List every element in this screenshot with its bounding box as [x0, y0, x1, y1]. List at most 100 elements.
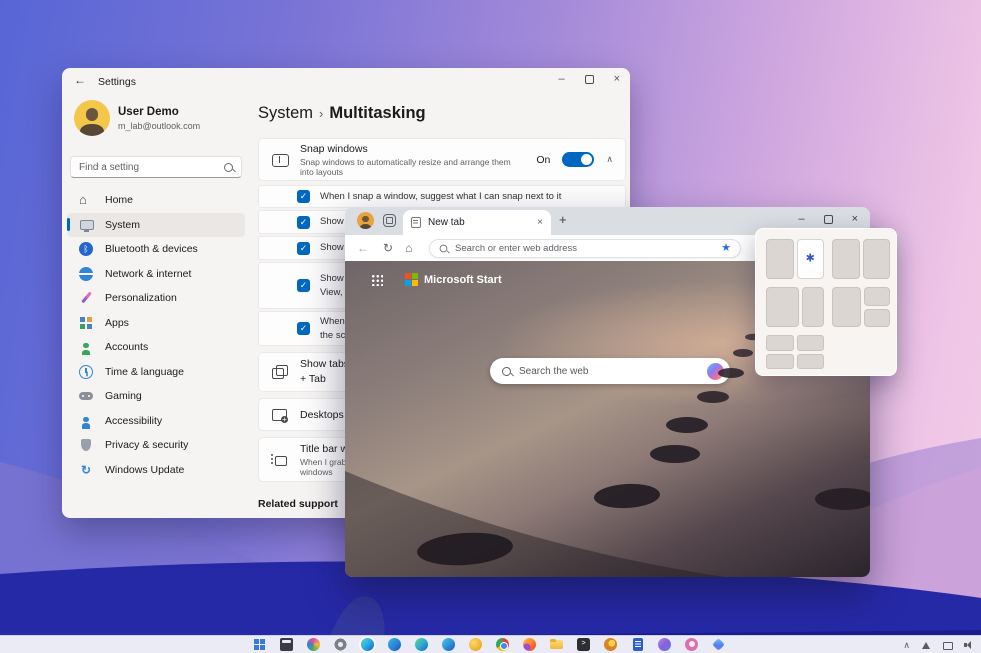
sidebar-item-bluetooth[interactable]: ᛒ Bluetooth & devices — [67, 237, 245, 262]
tab-title: New tab — [428, 217, 530, 228]
bluetooth-icon: ᛒ — [79, 242, 93, 256]
tab-close-icon[interactable]: × — [537, 217, 543, 228]
maximize-icon[interactable] — [585, 75, 594, 84]
settings-app-icon[interactable] — [334, 638, 347, 651]
snap-layout-quad[interactable] — [766, 335, 824, 369]
tab-new-tab[interactable]: New tab × — [403, 210, 551, 235]
sidebar-item-accounts[interactable]: Accounts — [67, 335, 245, 360]
settings-titlebar[interactable]: ← Settings – × — [62, 68, 630, 96]
checkbox-checked-icon[interactable]: ✓ — [297, 190, 310, 203]
people-app-icon[interactable] — [685, 638, 698, 651]
sidebar-item-time-language[interactable]: Time & language — [67, 360, 245, 385]
snap-zone-left[interactable] — [766, 239, 794, 279]
edge-dev-app-icon[interactable] — [415, 638, 428, 651]
snap-zone-left[interactable] — [832, 239, 860, 279]
edge-canary-app-icon[interactable] — [442, 638, 455, 651]
maximize-icon[interactable] — [824, 215, 833, 224]
breadcrumb-system[interactable]: System — [258, 104, 313, 122]
tabs-icon — [271, 365, 288, 379]
new-tab-button[interactable]: + — [559, 213, 567, 226]
snap-layouts-flyout: ✱ — [755, 228, 897, 376]
checkbox-checked-icon[interactable]: ✓ — [297, 322, 310, 335]
sidebar-item-accessibility[interactable]: Accessibility — [67, 409, 245, 434]
snap-zone-bottom-right[interactable] — [864, 309, 891, 328]
brush-icon — [79, 291, 93, 305]
sidebar-item-windows-update[interactable]: ↻ Windows Update — [67, 458, 245, 483]
user-name: User Demo — [118, 106, 179, 118]
window-tray-icon[interactable] — [943, 641, 952, 650]
sidebar-item-apps[interactable]: Apps — [67, 311, 245, 336]
network-tray-icon[interactable] — [922, 641, 931, 650]
sidebar-item-network[interactable]: Network & internet — [67, 262, 245, 287]
address-bar[interactable]: Search or enter web address ★ — [429, 239, 741, 258]
sidebar-item-privacy[interactable]: Privacy & security — [67, 433, 245, 458]
system-icon — [79, 218, 93, 232]
snap-zone-top-right[interactable] — [864, 287, 891, 306]
avatar[interactable] — [74, 100, 110, 136]
snap-layout-wide-left[interactable] — [766, 287, 824, 327]
checkbox-checked-icon[interactable]: ✓ — [297, 242, 310, 255]
snap-windows-card[interactable]: Snap windows Snap windows to automatical… — [258, 138, 626, 181]
sidebar-item-personalization[interactable]: Personalization — [67, 286, 245, 311]
snap-windows-icon — [271, 153, 288, 167]
related-support-heading: Related support — [258, 498, 338, 510]
snap-zone-left-wide[interactable] — [766, 287, 799, 327]
profile-avatar[interactable] — [357, 212, 374, 229]
snap-layout-left-stacked-right[interactable] — [832, 287, 890, 327]
paint-app-icon[interactable] — [604, 638, 617, 651]
favorites-star-icon[interactable]: ★ — [721, 243, 731, 254]
file-explorer-icon[interactable] — [550, 638, 563, 651]
snap-zone-br[interactable] — [797, 354, 825, 370]
back-icon[interactable]: ← — [74, 74, 86, 86]
accounts-icon — [79, 340, 93, 354]
snap-windows-subtitle: Snap windows to automatically resize and… — [300, 157, 524, 177]
refresh-icon[interactable]: ↻ — [383, 242, 393, 254]
volume-tray-icon[interactable] — [964, 641, 973, 650]
gold-app-icon[interactable] — [469, 638, 482, 651]
sidebar-item-system[interactable]: System — [67, 213, 245, 238]
snap-zone-tr[interactable] — [797, 335, 825, 351]
snap-windows-toggle[interactable] — [562, 152, 594, 167]
word-app-icon[interactable] — [631, 638, 644, 651]
photos-app-icon[interactable] — [307, 638, 320, 651]
update-icon: ↻ — [79, 463, 93, 477]
widgets-app-icon[interactable] — [280, 638, 293, 651]
system-tray: ∧ — [903, 638, 973, 652]
sidebar-item-home[interactable]: ⌂ Home — [67, 188, 245, 213]
start-button[interactable] — [253, 638, 266, 651]
snap-zone-right-narrow[interactable] — [802, 287, 824, 327]
snap-zone-left[interactable] — [832, 287, 861, 327]
snap-layout-two-columns[interactable]: ✱ — [766, 239, 824, 279]
checkbox-checked-icon[interactable]: ✓ — [297, 279, 310, 292]
settings-search-input[interactable]: Find a setting — [70, 156, 242, 178]
checkbox-checked-icon[interactable]: ✓ — [297, 216, 310, 229]
close-icon[interactable]: × — [614, 73, 620, 85]
edge-beta-app-icon[interactable] — [388, 638, 401, 651]
chrome-app-icon[interactable] — [496, 638, 509, 651]
workspaces-icon[interactable] — [383, 214, 396, 227]
shield-icon — [79, 438, 93, 452]
checkbox-row-suggest[interactable]: ✓ When I snap a window, suggest what I c… — [258, 185, 626, 208]
chevron-up-icon[interactable]: ∧ — [606, 155, 613, 164]
firefox-app-icon[interactable] — [523, 638, 536, 651]
desktops-title: Desktops — [300, 409, 344, 421]
loop-app-icon[interactable] — [658, 638, 671, 651]
avatar-body — [80, 124, 103, 136]
snap-zone-bl[interactable] — [766, 354, 794, 370]
minimize-icon[interactable]: – — [798, 213, 804, 225]
edge-app-icon-active[interactable] — [361, 638, 374, 651]
snap-layout-two-columns-2[interactable] — [832, 239, 890, 279]
back-icon[interactable]: ← — [357, 242, 369, 254]
sidebar-item-gaming[interactable]: Gaming — [67, 384, 245, 409]
minimize-icon[interactable]: – — [558, 73, 564, 85]
snap-zone-tl[interactable] — [766, 335, 794, 351]
snap-zone-right[interactable] — [863, 239, 891, 279]
close-icon[interactable]: × — [852, 213, 858, 225]
hidden-icons-chevron[interactable]: ∧ — [903, 641, 910, 650]
search-icon[interactable] — [224, 163, 233, 172]
terminal-app-icon[interactable]: > — [577, 638, 590, 651]
clock-icon — [79, 365, 93, 379]
snap-zone-right-hovered[interactable]: ✱ — [797, 239, 825, 279]
copilot-app-icon[interactable] — [712, 638, 725, 651]
home-icon[interactable]: ⌂ — [405, 242, 412, 254]
